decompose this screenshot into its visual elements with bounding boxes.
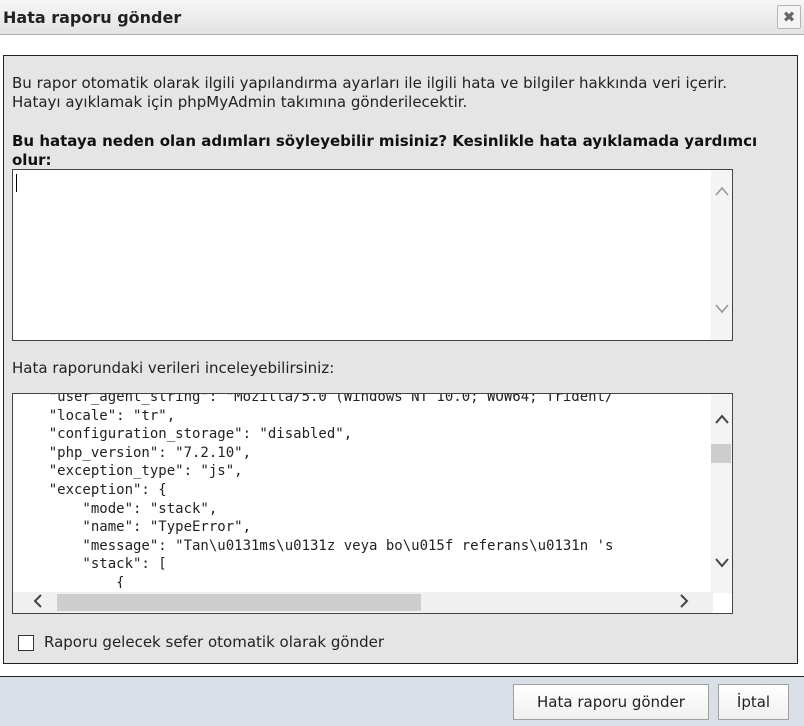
chevron-down-icon[interactable] (711, 556, 732, 572)
report-line: "php_version": "7.2.10", (15, 444, 252, 461)
text-caret (16, 174, 17, 192)
dialog-titlebar: Hata raporu gönder ✖ (0, 0, 804, 35)
chevron-left-icon[interactable] (33, 592, 43, 613)
report-vertical-scrollbar[interactable] (711, 394, 732, 593)
report-horizontal-scroll-thumb[interactable] (57, 594, 421, 611)
close-button[interactable]: ✖ (777, 5, 801, 29)
steps-question-label: Bu hataya neden olan adımları söyleyebil… (12, 132, 758, 169)
report-review-label: Hata raporundaki verileri inceleyebilirs… (12, 359, 335, 377)
dialog-content: Bu rapor otomatik olarak ilgili yapıland… (3, 55, 798, 664)
chevron-right-icon[interactable] (679, 592, 689, 613)
close-icon: ✖ (782, 8, 796, 26)
report-line: "exception": { (15, 481, 167, 498)
report-line: "mode": "stack", (15, 500, 218, 517)
intro-text: Bu rapor otomatik olarak ilgili yapıland… (12, 74, 727, 111)
report-data-textarea[interactable]: "user_agent_string": "Mozilla/5.0 (Windo… (12, 393, 733, 614)
auto-send-checkbox[interactable] (18, 635, 34, 651)
report-data-content: "user_agent_string": "Mozilla/5.0 (Windo… (15, 393, 711, 588)
report-line: "configuration_storage": "disabled", (15, 426, 353, 443)
report-line: "message": "Tan\u0131ms\u0131z veya bo\u… (15, 537, 614, 554)
report-horizontal-scrollbar[interactable] (13, 592, 713, 613)
send-report-button[interactable]: Hata raporu gönder (513, 684, 709, 720)
report-line: "locale": "tr", (15, 407, 176, 424)
dialog-title: Hata raporu gönder (3, 8, 182, 27)
auto-send-label[interactable]: Raporu gelecek sefer otomatik olarak gön… (44, 633, 384, 651)
steps-textarea[interactable] (12, 169, 733, 341)
report-line: "stack": [ (15, 556, 167, 573)
dialog-footer: Hata raporu gönder İptal (0, 676, 804, 726)
chevron-up-icon[interactable] (711, 184, 732, 200)
cancel-button[interactable]: İptal (718, 684, 789, 720)
report-vertical-scroll-thumb[interactable] (711, 444, 731, 463)
report-line: "user_agent_string": "Mozilla/5.0 (Windo… (15, 393, 614, 405)
report-line: "name": "TypeError", (15, 519, 252, 536)
report-line: { (15, 574, 125, 588)
chevron-down-icon[interactable] (711, 302, 732, 318)
report-line: "exception_type": "js", (15, 463, 243, 480)
steps-textarea-scrollbar[interactable] (711, 170, 732, 340)
chevron-up-icon[interactable] (711, 412, 732, 428)
